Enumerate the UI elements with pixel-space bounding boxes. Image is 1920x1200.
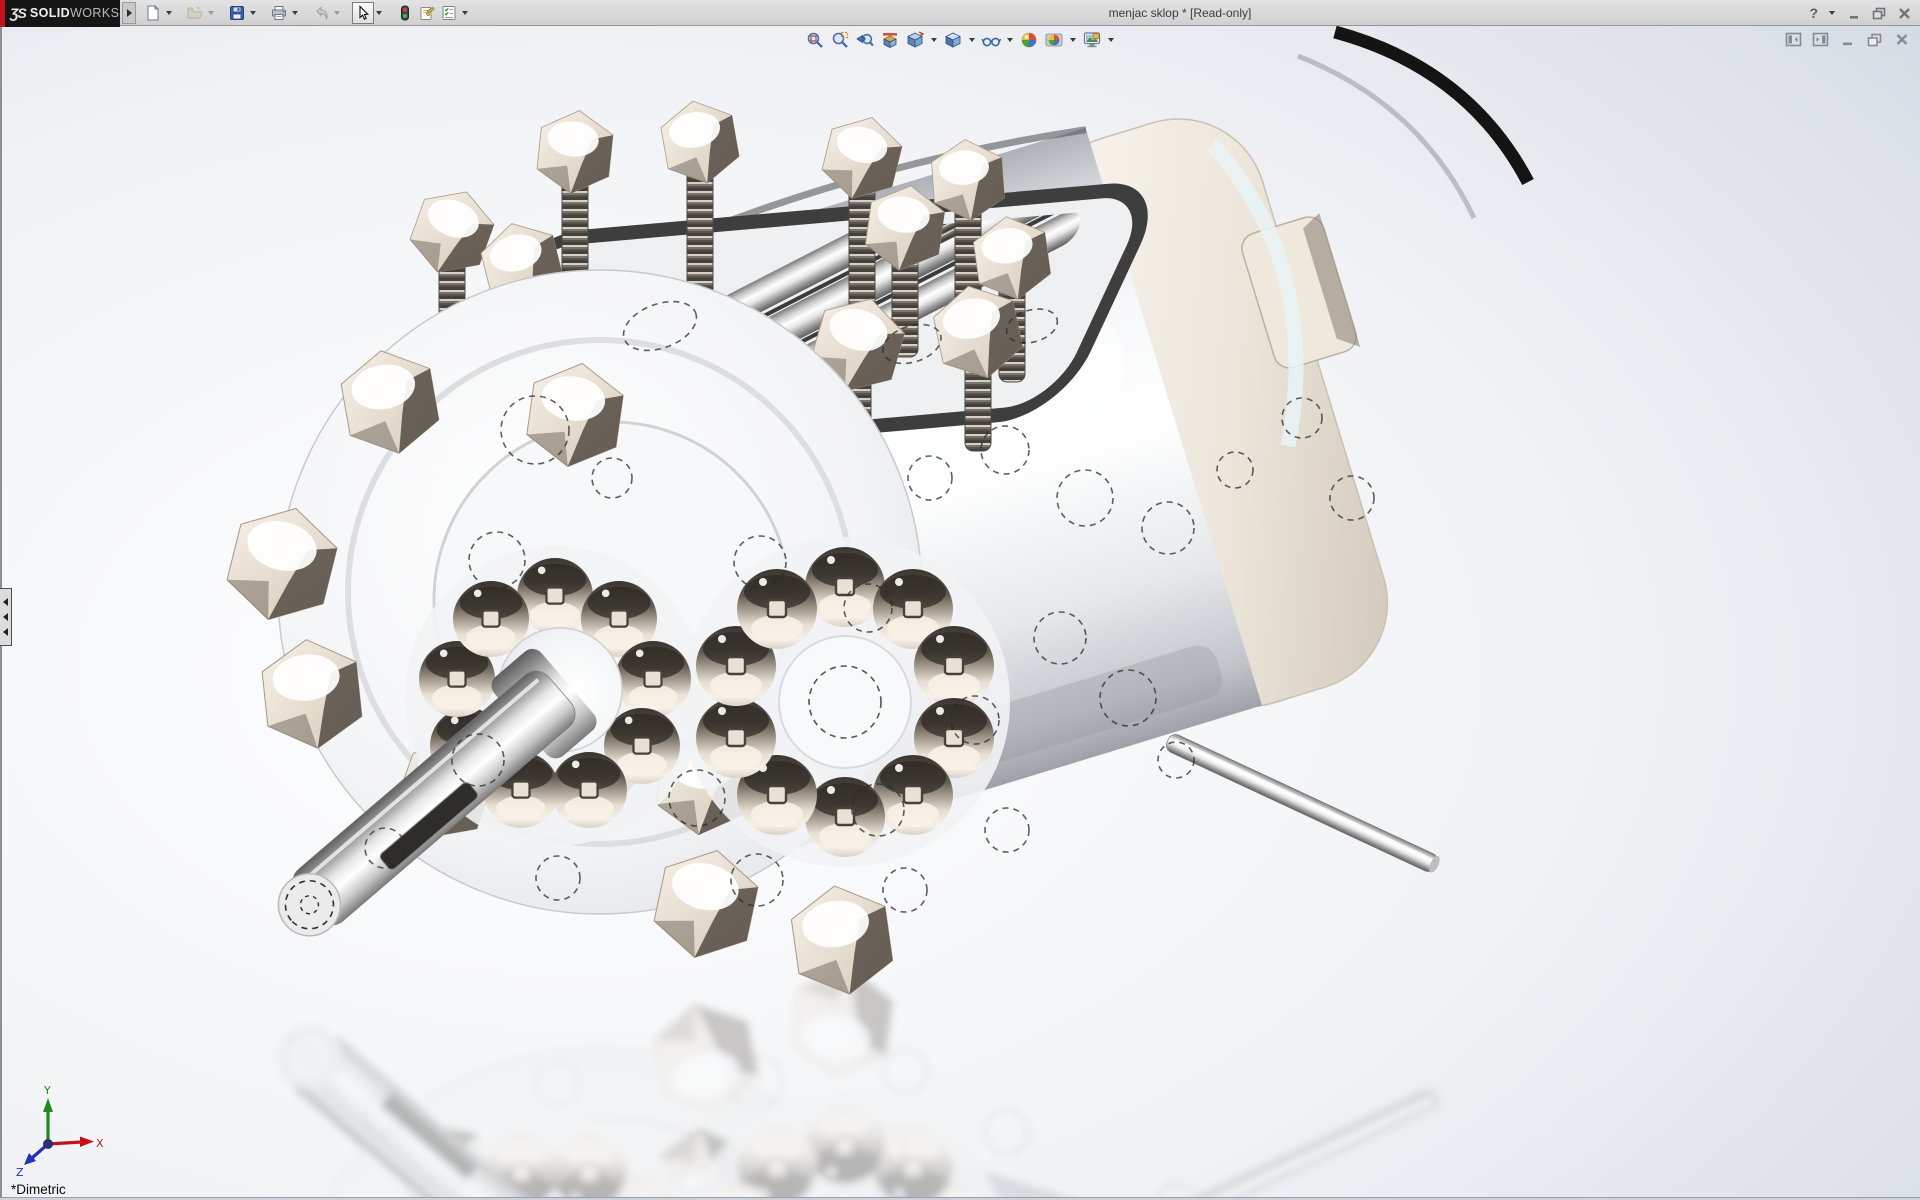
file-properties-button[interactable]: [416, 2, 438, 24]
document-window-controls: [1785, 32, 1910, 47]
view-orientation-button[interactable]: [904, 29, 926, 51]
triad-y-label: Y: [43, 1084, 51, 1097]
expand-right-pane-button[interactable]: [1812, 32, 1829, 47]
restore-icon: [1872, 7, 1886, 20]
dropdown-caret[interactable]: [332, 2, 342, 24]
edit-appearance-button[interactable]: [1018, 29, 1040, 51]
collapse-arrow-icon: [3, 613, 8, 621]
restore-button[interactable]: [1871, 5, 1887, 21]
select-cursor-icon: [355, 5, 371, 21]
minimize-document-icon: [1841, 33, 1855, 46]
dropdown-caret[interactable]: [248, 2, 258, 24]
open-folder-icon: [187, 5, 203, 21]
display-style-icon: [944, 31, 962, 49]
solidworks-logo-text-light: WORKS: [70, 6, 119, 20]
graphics-area[interactable]: Y X Z *Dimetric: [0, 26, 1920, 1200]
display-style-button[interactable]: [942, 29, 964, 51]
solidworks-logo-mark: ƷS: [10, 5, 26, 21]
options-button[interactable]: [438, 2, 460, 24]
zoom-to-area-icon: [831, 31, 849, 49]
select-tool-button[interactable]: [352, 2, 374, 24]
close-icon: [1898, 7, 1911, 20]
restore-document-button[interactable]: [1866, 32, 1883, 47]
new-document-icon: [145, 5, 161, 21]
dropdown-caret[interactable]: [1005, 29, 1015, 51]
dropdown-caret[interactable]: [290, 2, 300, 24]
close-button[interactable]: [1896, 5, 1912, 21]
undo-arrow-icon: [313, 5, 329, 21]
apply-scene-icon: [1045, 31, 1063, 49]
view-settings-button[interactable]: [1081, 29, 1103, 51]
view-orientation-icon: [906, 31, 924, 49]
dropdown-caret[interactable]: [1068, 29, 1078, 51]
standard-toolbar: [142, 2, 470, 24]
appearance-ball-icon: [1020, 31, 1038, 49]
rebuild-button[interactable]: [394, 2, 416, 24]
zoom-to-fit-button[interactable]: [804, 29, 826, 51]
save-button[interactable]: [226, 2, 248, 24]
minimize-document-button[interactable]: [1839, 32, 1856, 47]
previous-view-button[interactable]: [854, 29, 876, 51]
collapse-left-pane-button[interactable]: [1785, 32, 1802, 47]
collapse-arrow-icon: [3, 628, 8, 636]
previous-view-icon: [856, 31, 874, 49]
collapse-left-pane-icon: [1785, 32, 1802, 47]
dropdown-caret[interactable]: [929, 29, 939, 51]
rebuild-traffic-light-icon: [397, 5, 413, 21]
menu-expand-arrow-icon: [127, 9, 132, 17]
printer-icon: [271, 5, 287, 21]
view-settings-monitor-icon: [1083, 31, 1101, 49]
minimize-icon: [1848, 7, 1861, 20]
help-button[interactable]: ?: [1809, 5, 1818, 21]
logo-red-stripe: [0, 0, 5, 27]
titlebar: ƷS SOLIDWORKS: [0, 0, 1920, 26]
expand-right-pane-icon: [1812, 32, 1829, 47]
solidworks-logo-text-bold: SOLID: [30, 6, 70, 20]
featuremanager-collapsed-tab[interactable]: [0, 588, 12, 646]
new-document-button[interactable]: [142, 2, 164, 24]
dropdown-caret[interactable]: [164, 2, 174, 24]
dropdown-caret[interactable]: [1106, 29, 1116, 51]
dropdown-caret[interactable]: [460, 2, 470, 24]
save-floppy-icon: [229, 5, 245, 21]
open-document-button[interactable]: [184, 2, 206, 24]
eyeglasses-icon: [981, 31, 1001, 49]
zoom-to-area-button[interactable]: [829, 29, 851, 51]
close-document-icon: [1895, 33, 1909, 46]
section-view-button[interactable]: [879, 29, 901, 51]
titlebar-window-controls: ?: [1809, 0, 1912, 26]
solidworks-logo: ƷS SOLIDWORKS: [0, 0, 120, 27]
options-checklist-icon: [441, 5, 457, 21]
file-properties-icon: [419, 5, 435, 21]
window-title: menjac sklop * [Read-only]: [1010, 6, 1350, 20]
print-button[interactable]: [268, 2, 290, 24]
view-orientation-name: *Dimetric: [11, 1182, 66, 1197]
minimize-button[interactable]: [1846, 5, 1862, 21]
triad-x-label: X: [96, 1137, 104, 1150]
dropdown-caret[interactable]: [374, 2, 384, 24]
dropdown-caret[interactable]: [967, 29, 977, 51]
collapse-arrow-icon: [3, 598, 8, 606]
apply-scene-button[interactable]: [1043, 29, 1065, 51]
section-view-icon: [881, 31, 899, 49]
undo-button[interactable]: [310, 2, 332, 24]
headsup-view-toolbar: [804, 29, 1116, 51]
close-document-button[interactable]: [1893, 32, 1910, 47]
reference-triad: Y X Z: [12, 1084, 104, 1176]
dropdown-caret[interactable]: [206, 2, 216, 24]
dropdown-caret[interactable]: [1827, 2, 1837, 24]
zoom-to-fit-icon: [806, 31, 824, 49]
hide-show-items-button[interactable]: [980, 29, 1002, 51]
restore-document-icon: [1867, 33, 1882, 47]
triad-z-label: Z: [16, 1166, 24, 1176]
3d-model-canvas[interactable]: [0, 26, 1920, 1200]
menu-expand-button[interactable]: [122, 2, 136, 24]
